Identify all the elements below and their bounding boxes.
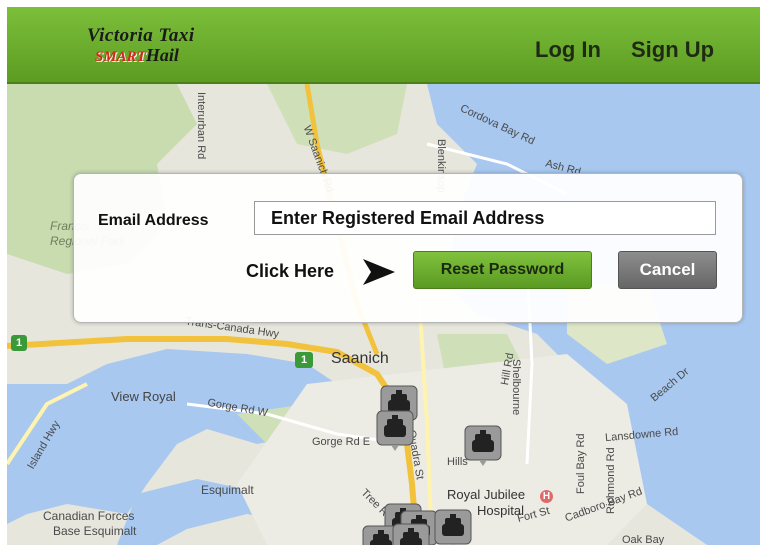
- hwy1-shield-icon: 1: [11, 335, 27, 351]
- signup-link[interactable]: Sign Up: [631, 37, 714, 63]
- taxi-marker-icon[interactable]: [463, 424, 503, 468]
- cancel-button[interactable]: Cancel: [618, 251, 717, 289]
- map-label-gorge-rd-e: Gorge Rd E: [312, 436, 371, 448]
- map-label-foul-bay-rd: Foul Bay Rd: [575, 433, 587, 494]
- taxi-marker-icon[interactable]: [391, 522, 431, 545]
- victoria-taxi-logo[interactable]: Victoria Taxi SMARTHail: [87, 25, 237, 69]
- map-label-base-esquimalt: Base Esquimalt: [53, 524, 137, 538]
- logo-subtitle: SMARTHail: [95, 45, 179, 66]
- app-frame: Victoria Taxi SMARTHail Log In Sign Up F…: [7, 7, 760, 545]
- logo-title: Victoria Taxi: [87, 25, 195, 46]
- logo-hail: Hail: [145, 45, 179, 65]
- map-label-canadian-forces: Canadian Forces: [43, 509, 135, 523]
- click-here-label: Click Here: [246, 261, 335, 281]
- logo-smart: SMART: [95, 49, 146, 65]
- map-label-shelbourne: Shelbourne: [510, 359, 522, 416]
- taxi-marker-icon[interactable]: [433, 508, 473, 545]
- map-label-oak-bay: Oak Bay: [622, 534, 665, 545]
- hwy1-shield-icon-2: 1: [295, 352, 313, 368]
- map-label-esquimalt: Esquimalt: [201, 483, 254, 497]
- map-label-view-royal: View Royal: [111, 389, 176, 404]
- reset-password-button[interactable]: Reset Password: [413, 251, 592, 289]
- hospital-icon: H: [540, 490, 553, 503]
- map-label-interurban-rd: Interurban Rd: [195, 92, 207, 160]
- map-label-saanich: Saanich: [331, 350, 389, 367]
- email-address-input[interactable]: [254, 201, 716, 235]
- reset-password-dialog: Email Address Click Here Reset Password …: [73, 173, 743, 323]
- email-address-label: Email Address: [98, 212, 209, 229]
- taxi-marker-icon[interactable]: [375, 409, 415, 453]
- map-label-royal-jubilee: Royal Jubilee: [447, 487, 526, 502]
- top-navbar: Victoria Taxi SMARTHail Log In Sign Up: [7, 7, 760, 84]
- arrow-right-icon: [363, 259, 395, 285]
- login-link[interactable]: Log In: [535, 37, 601, 63]
